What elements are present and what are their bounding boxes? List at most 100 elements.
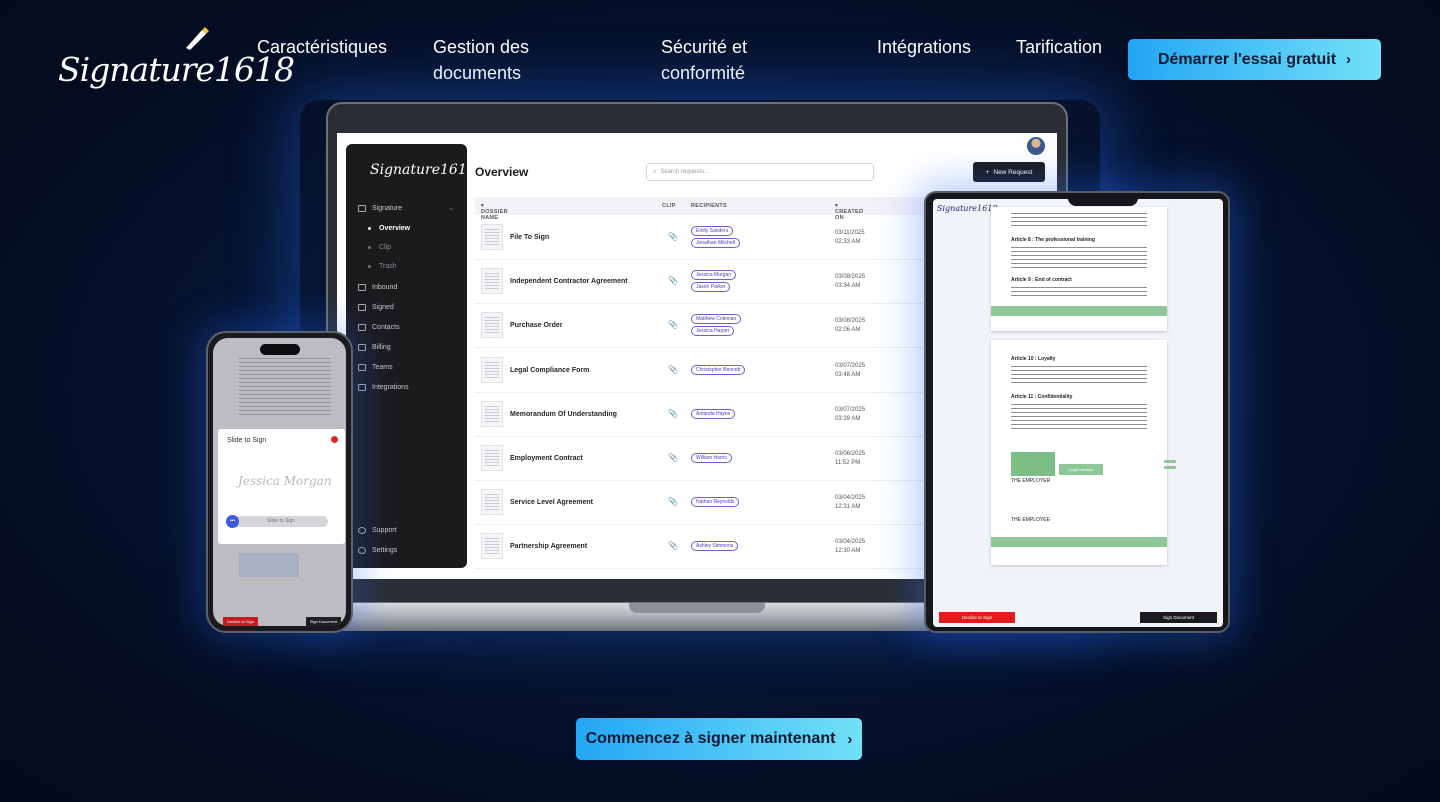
- paperclip-icon[interactable]: 📎: [668, 320, 678, 329]
- app-sidebar: Signature1618 Signature ⌄ Overview Clip …: [346, 144, 476, 568]
- close-icon[interactable]: [331, 436, 338, 443]
- recipient-chip[interactable]: Emily Sanders: [691, 226, 734, 236]
- integrations-icon: [358, 384, 366, 391]
- recipient-chip[interactable]: Nathan Reynolds: [691, 497, 740, 508]
- start-signing-button[interactable]: Commencez à signer maintenant ›: [576, 718, 862, 760]
- recipient-chip[interactable]: Jessica Harper: [691, 326, 735, 337]
- created-on: 03/11/2025 02:33 AM: [835, 229, 865, 247]
- created-on: 03/07/2025 03:48 AM: [835, 362, 865, 380]
- sidebar-sub-overview[interactable]: Overview: [368, 225, 410, 232]
- tablet-logo: Signature1618: [937, 204, 998, 213]
- dossier-name[interactable]: Independent Contractor Agreement: [510, 278, 628, 285]
- sidebar-item-signature[interactable]: Signature ⌄: [358, 204, 454, 212]
- brand-logo[interactable]: Signature1618: [58, 24, 295, 98]
- col-created-on[interactable]: CREATED ON ▾: [835, 203, 863, 221]
- dossier-name[interactable]: File To Sign: [510, 234, 549, 241]
- phone-decline-button[interactable]: Decline to Sign: [223, 617, 258, 626]
- sidebar-item-signed[interactable]: Signed: [358, 304, 394, 311]
- sign-document-button[interactable]: Sign Document: [1140, 612, 1217, 623]
- dossier-name[interactable]: Partnership Agreement: [510, 543, 587, 550]
- paperclip-icon[interactable]: 📎: [668, 541, 678, 550]
- paperclip-icon[interactable]: 📎: [668, 453, 678, 462]
- sidebar-item-support[interactable]: Support: [358, 527, 397, 534]
- dossier-name[interactable]: Purchase Order: [510, 322, 563, 329]
- inbox-icon: [358, 284, 366, 291]
- sidebar-item-label: Signature: [372, 204, 402, 212]
- sidebar-item-settings[interactable]: Settings: [358, 547, 397, 554]
- paperclip-icon[interactable]: 📎: [668, 232, 678, 241]
- drag-handle-icon[interactable]: [1164, 460, 1176, 472]
- slide-to-sign-modal: Slide to Sign Jessica Morgan ••• Slide t…: [218, 429, 345, 544]
- created-date: 03/08/2025: [835, 318, 866, 325]
- phone-signature-preview: [239, 553, 299, 577]
- nav-item-document-management[interactable]: Gestion des documents: [433, 34, 563, 86]
- recipient-chip[interactable]: Jason Parker: [691, 282, 731, 293]
- recipient-chip[interactable]: Matthew Coleman: [691, 314, 742, 325]
- col-recipients: RECIPIENTS: [691, 203, 728, 209]
- created-date: 03/04/2025: [835, 539, 866, 546]
- slider-knob[interactable]: •••: [226, 515, 239, 528]
- created-date: 03/07/2025: [835, 406, 866, 413]
- phone-sign-button[interactable]: Sign Document: [306, 617, 341, 626]
- sidebar-item-teams[interactable]: Teams: [358, 364, 393, 371]
- dossier-name[interactable]: Employment Contract: [510, 455, 583, 462]
- created-time: 12:30 AM: [835, 548, 861, 555]
- sidebar-item-contacts[interactable]: Contacts: [358, 324, 400, 331]
- signed-icon: [358, 304, 366, 311]
- created-time: 02:06 AM: [835, 327, 861, 334]
- phone-screen: Slide to Sign Jessica Morgan ••• Slide t…: [213, 338, 346, 626]
- employer-label: THE EMPLOYER: [1011, 478, 1051, 484]
- plus-icon: +: [985, 168, 990, 176]
- paperclip-icon[interactable]: 📎: [668, 276, 678, 285]
- decline-to-sign-button[interactable]: Decline to Sign: [939, 612, 1015, 623]
- recipient-chip[interactable]: Jonathan Mitchell: [691, 238, 740, 248]
- paperclip-icon[interactable]: 📎: [668, 497, 678, 506]
- recipient-chip[interactable]: Amanda Hayes: [691, 408, 736, 419]
- dossier-name[interactable]: Service Level Agreement: [510, 499, 593, 506]
- document-thumbnail: [481, 356, 503, 383]
- search-input[interactable]: ⌕ Search requests...: [646, 163, 874, 181]
- avatar[interactable]: [1027, 137, 1045, 155]
- created-time: 11:52 PM: [835, 460, 861, 466]
- search-icon: ⌕: [653, 168, 657, 175]
- paperclip-icon[interactable]: 📎: [668, 409, 678, 418]
- legal-mention-field[interactable]: Legal mention: [1059, 464, 1103, 475]
- sidebar-sub-trash[interactable]: Trash: [368, 263, 397, 270]
- sidebar-item-inbound[interactable]: Inbound: [358, 284, 397, 291]
- chevron-right-icon: ›: [847, 730, 853, 748]
- new-request-button[interactable]: + New Request: [973, 162, 1045, 182]
- search-placeholder: Search requests...: [660, 169, 710, 175]
- sidebar-item-billing[interactable]: Billing: [358, 344, 391, 351]
- dossier-name[interactable]: Legal Compliance Form: [510, 367, 589, 374]
- nav-item-features[interactable]: Caractéristiques: [257, 34, 387, 60]
- created-date: 03/07/2025: [835, 362, 866, 369]
- created-time: 12:31 AM: [835, 504, 861, 511]
- created-on: 03/07/2025 03:39 AM: [835, 406, 865, 424]
- article-11-heading: Article 11 : Confidentiality: [1011, 394, 1073, 400]
- nav-item-pricing[interactable]: Tarification: [1016, 34, 1102, 60]
- teams-icon: [358, 364, 366, 371]
- dossier-name[interactable]: Memorandum Of Understanding: [510, 411, 617, 418]
- employee-label: THE EMPLOYEE: [1011, 517, 1050, 523]
- created-on: 03/06/2025 11:52 PM: [835, 450, 865, 468]
- recipient-chip[interactable]: Christopher Bennett: [691, 364, 746, 375]
- slide-to-sign-slider[interactable]: ••• Slide to Sign: [226, 515, 328, 528]
- pen-icon: [186, 27, 209, 50]
- nav-item-integrations[interactable]: Intégrations: [877, 34, 971, 60]
- tablet-screen: Signature1618 Article 8 : The profession…: [933, 199, 1223, 627]
- document-thumbnail: [481, 400, 503, 427]
- nav-item-security-compliance[interactable]: Sécurité et conformité: [661, 34, 781, 86]
- created-on: 03/04/2025 12:30 AM: [835, 538, 865, 556]
- recipient-chip[interactable]: Jessica Morgan: [691, 270, 737, 281]
- sidebar-sub-clip[interactable]: Clip: [368, 244, 391, 251]
- start-trial-button[interactable]: Démarrer l'essai gratuit ›: [1128, 39, 1381, 80]
- sidebar-item-integrations[interactable]: Integrations: [358, 384, 409, 391]
- created-on: 03/04/2025 12:31 AM: [835, 494, 865, 512]
- col-dossier-name[interactable]: DOSSIER NAME ▾: [481, 203, 508, 221]
- recipient-chip[interactable]: Ashley Simmons: [691, 541, 739, 552]
- recipient-chip[interactable]: William Harris: [691, 453, 732, 463]
- document-thumbnail: [481, 489, 503, 516]
- billing-icon: [358, 344, 366, 351]
- created-on: 03/08/2025 02:06 AM: [835, 317, 865, 335]
- paperclip-icon[interactable]: 📎: [668, 365, 678, 374]
